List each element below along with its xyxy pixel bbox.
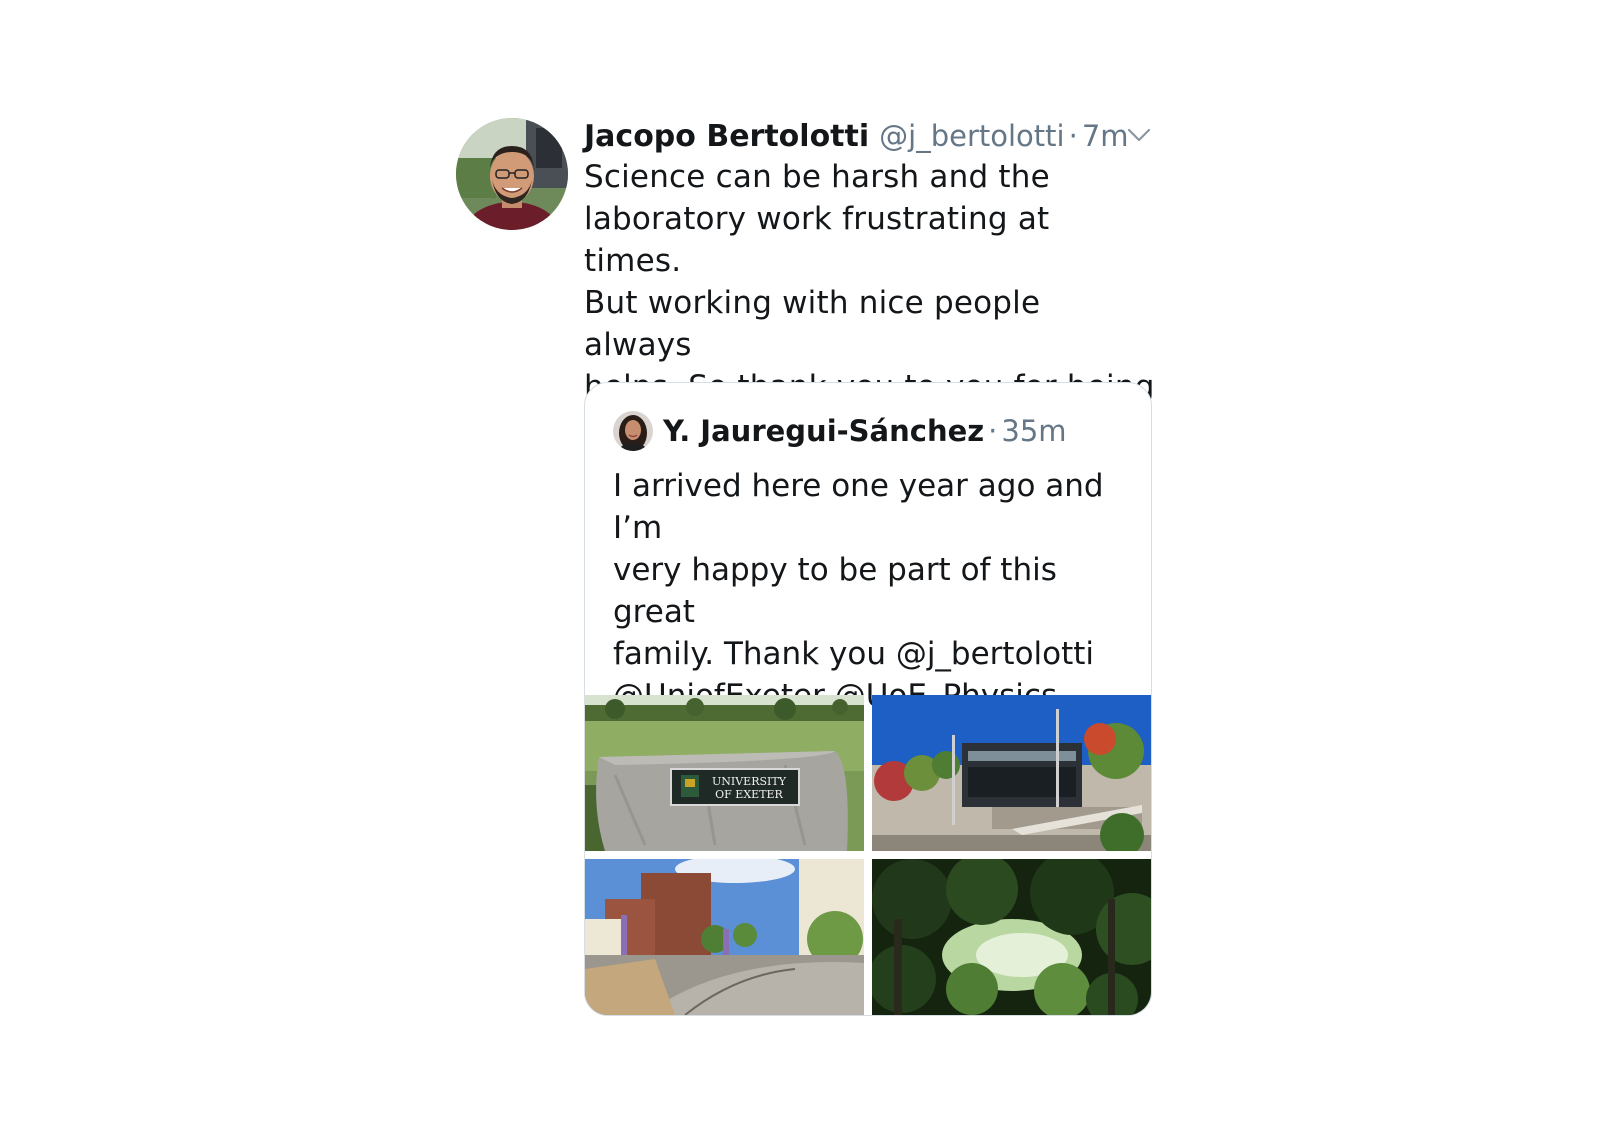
chevron-down-icon[interactable] (1126, 124, 1152, 146)
quoted-separator-dot: · (988, 414, 998, 448)
quoted-tweet-time[interactable]: 35m (1001, 414, 1066, 448)
author-name[interactable]: Jacopo Bertolotti (584, 119, 869, 154)
sign-line-2: OF EXETER (715, 788, 783, 801)
tweet-time[interactable]: 7m (1082, 119, 1129, 153)
quoted-tweet[interactable]: Y. Jauregui-Sánchez · 35m I arrived here… (584, 382, 1152, 1016)
campus-building-photo[interactable] (872, 695, 1151, 851)
quoted-tweet-header: Y. Jauregui-Sánchez · 35m (613, 411, 1067, 451)
quoted-author-name[interactable]: Y. Jauregui-Sánchez (663, 414, 984, 448)
author-avatar[interactable] (456, 118, 568, 230)
tweet-header: Jacopo Bertolotti @j_bertolotti · 7m (584, 118, 1156, 154)
quoted-author-avatar[interactable] (613, 411, 653, 451)
photo-grid: UNIVERSITY OF EXETER (585, 695, 1151, 1015)
separator-dot: · (1068, 119, 1078, 153)
sign-line-1: UNIVERSITY (712, 775, 787, 788)
author-handle[interactable]: @j_bertolotti (879, 119, 1064, 153)
campus-path-photo[interactable] (585, 859, 864, 1015)
university-sign-photo[interactable]: UNIVERSITY OF EXETER (585, 695, 864, 851)
tree-canopy-photo[interactable] (872, 859, 1151, 1015)
